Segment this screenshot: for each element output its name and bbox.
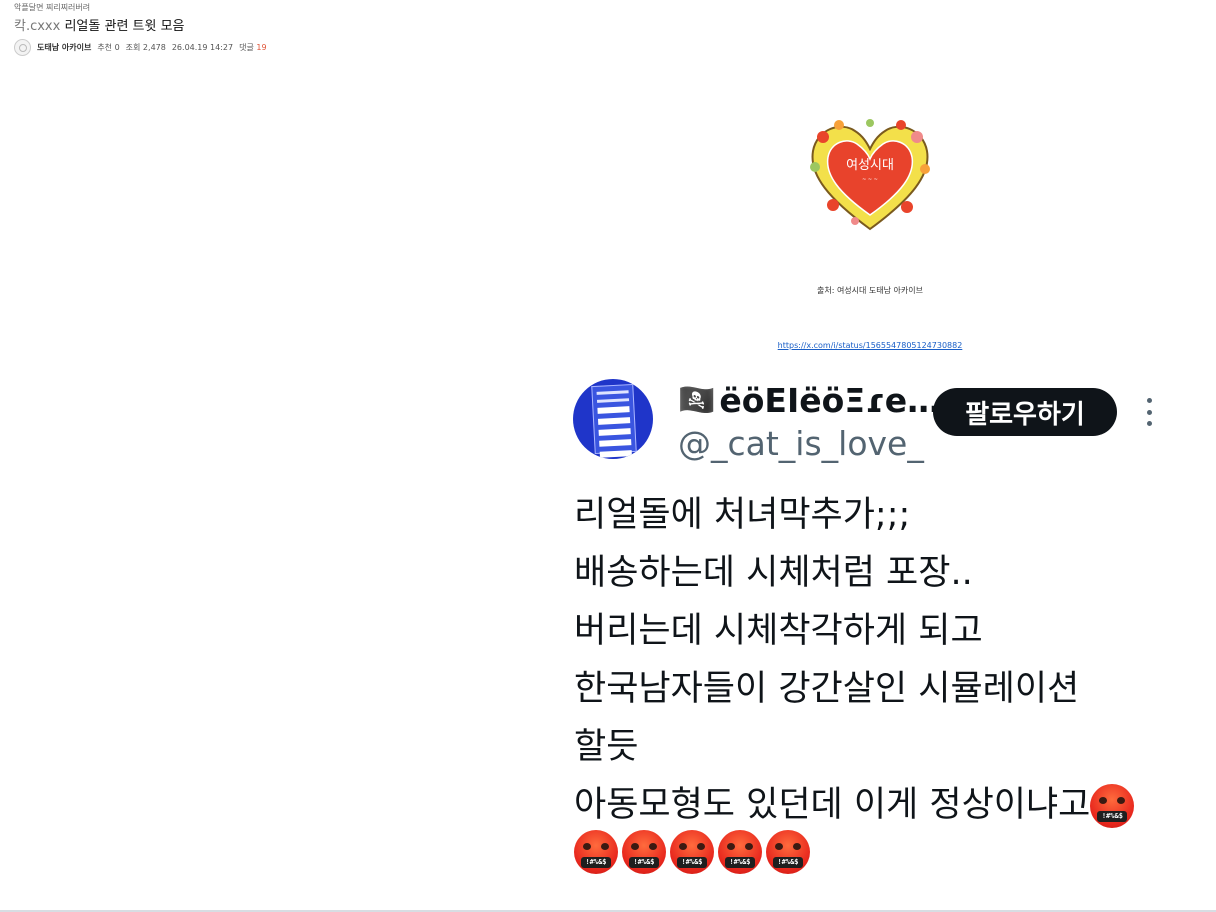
post-title: 칵.cxxx 리얼돌 관련 트윗 모음 [14, 15, 185, 34]
avatar-card-graphic [591, 383, 637, 458]
author-name[interactable]: 도태남 아카이브 [37, 42, 91, 53]
follow-button[interactable]: 팔로우하기 [933, 388, 1117, 436]
tweet-line: 배송하는데 시체처럼 포장.. [574, 553, 973, 593]
source-caption: 출처: 여성시대 도태남 아카이브 [816, 286, 923, 295]
heart-logo-image: 여성시대 ~ ~ ~ [810, 119, 930, 231]
face-with-symbols-icon: !#%&$ [622, 830, 666, 874]
face-with-symbols-icon: !#%&$ [670, 830, 714, 874]
post-meta: 도태남 아카이브 추천 0 조회 2,478 26.04.19 14:27 댓글… [14, 39, 267, 56]
face-with-symbols-icon: !#%&$ [1090, 784, 1135, 828]
heart-logo-subtext: ~ ~ ~ [862, 177, 878, 183]
tweet-link[interactable]: https://x.com/i/status/15655478051247308… [760, 341, 980, 350]
tweet-text: 리얼돌에 처녀막추가;;; 배송하는데 시체처럼 포장.. 버리는데 시체착각하… [574, 486, 1138, 834]
comment-label[interactable]: 댓글 19 [239, 42, 266, 53]
view-count: 조회 2,478 [125, 43, 166, 52]
title-prefix: 칵.cxxx [14, 19, 61, 34]
tweet-line: 버리는데 시체착각하게 되고 [574, 611, 983, 651]
tweet-display-name[interactable]: 🏴‍☠️ ëöEIëöΞɾe… [678, 381, 940, 420]
tweet-line: 리얼돌에 처녀막추가;;; [574, 495, 911, 535]
display-name-text: ëöEIëöΞɾe… [719, 381, 941, 420]
tweet-avatar[interactable] [573, 379, 653, 459]
comment-count: 19 [256, 43, 267, 52]
pirate-flag-icon: 🏴‍☠️ [678, 383, 716, 418]
more-options-icon[interactable] [1143, 398, 1155, 426]
emoji-row: !#%&$ !#%&$ !#%&$ !#%&$ !#%&$ [574, 830, 814, 874]
face-with-symbols-icon: !#%&$ [574, 830, 618, 874]
face-with-symbols-icon: !#%&$ [718, 830, 762, 874]
tweet-line: 아동모형도 있던데 이게 정상이냐고 !#%&$ [574, 776, 1138, 834]
post-datetime: 26.04.19 14:27 [171, 43, 234, 52]
recommend-count: 추천 0 [97, 43, 120, 52]
heart-logo-text: 여성시대 [846, 158, 894, 173]
face-with-symbols-icon: !#%&$ [766, 830, 810, 874]
tweet-line: 한국남자들이 강간살인 시뮬레이션 [574, 669, 1080, 709]
tweet-line: 할듯 [574, 727, 639, 767]
tweet-handle[interactable]: @_cat_is_love_ [678, 424, 924, 463]
board-category[interactable]: 악플달면 찌리찌러버려 [14, 2, 90, 13]
title-text: 리얼돌 관련 트윗 모음 [64, 19, 185, 34]
author-avatar-icon[interactable] [14, 39, 31, 56]
